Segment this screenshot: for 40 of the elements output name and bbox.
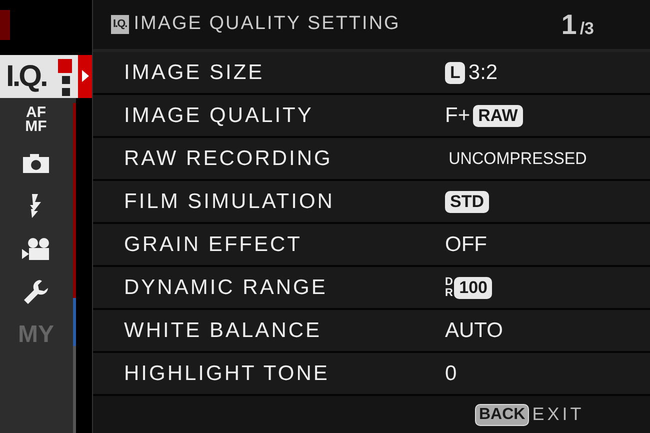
setting-row[interactable]: WHITE BALANCE AUTO [93,310,650,353]
menu-tab[interactable]: I.Q. [0,55,92,98]
wrench-icon [22,278,50,306]
flash-icon [29,192,43,218]
setting-label: HIGHLIGHT TONE [123,360,330,387]
setting-row[interactable]: RAW RECORDING UNCOMPRESSED [93,138,650,181]
setting-row[interactable]: HIGHLIGHT TONE 0 [93,353,650,396]
menu-title: IMAGE QUALITY SETTING [134,12,402,36]
page-marker [0,10,10,40]
back-key: BACK [475,404,530,426]
value-badge: STD [445,190,489,212]
movie-camera-icon [21,236,51,260]
value-badge: L [445,62,466,84]
menu-tab[interactable]: AF MF [0,98,72,141]
setting-label: FILM SIMULATION [123,188,336,215]
setting-value: F+ [445,102,470,129]
setting-value: 3:2 [468,60,498,86]
setting-label: GRAIN EFFECT [123,232,304,258]
value-badge: RAW [473,104,523,126]
setting-row[interactable]: IMAGE QUALITY F+ RAW [93,95,650,138]
setting-label: DYNAMIC RANGE [123,274,328,301]
setting-value: OFF [445,232,487,258]
setting-value: AUTO [445,318,503,344]
setting-label: WHITE BALANCE [123,318,323,344]
setting-value: 0 [445,360,457,387]
page-indicator-icon [56,55,92,98]
setting-label: RAW RECORDING [123,146,334,172]
setting-row[interactable]: GRAIN EFFECT OFF [93,224,650,267]
value-prefix: DR [445,276,452,298]
setting-label: IMAGE QUALITY [123,102,314,129]
page-number: 1 [561,8,577,42]
setting-row[interactable]: IMAGE SIZE L 3:2 [93,52,650,95]
menu-icon: I.Q. [111,15,129,34]
exit-hint: EXIT [532,403,584,426]
setting-row[interactable]: FILM SIMULATION STD [93,181,650,224]
setting-label: IMAGE SIZE [123,60,266,86]
camera-icon [21,152,51,174]
setting-value: UNCOMPRESSED [448,148,587,170]
value-badge: 100 [454,276,492,298]
page-total: /3 [580,18,594,40]
